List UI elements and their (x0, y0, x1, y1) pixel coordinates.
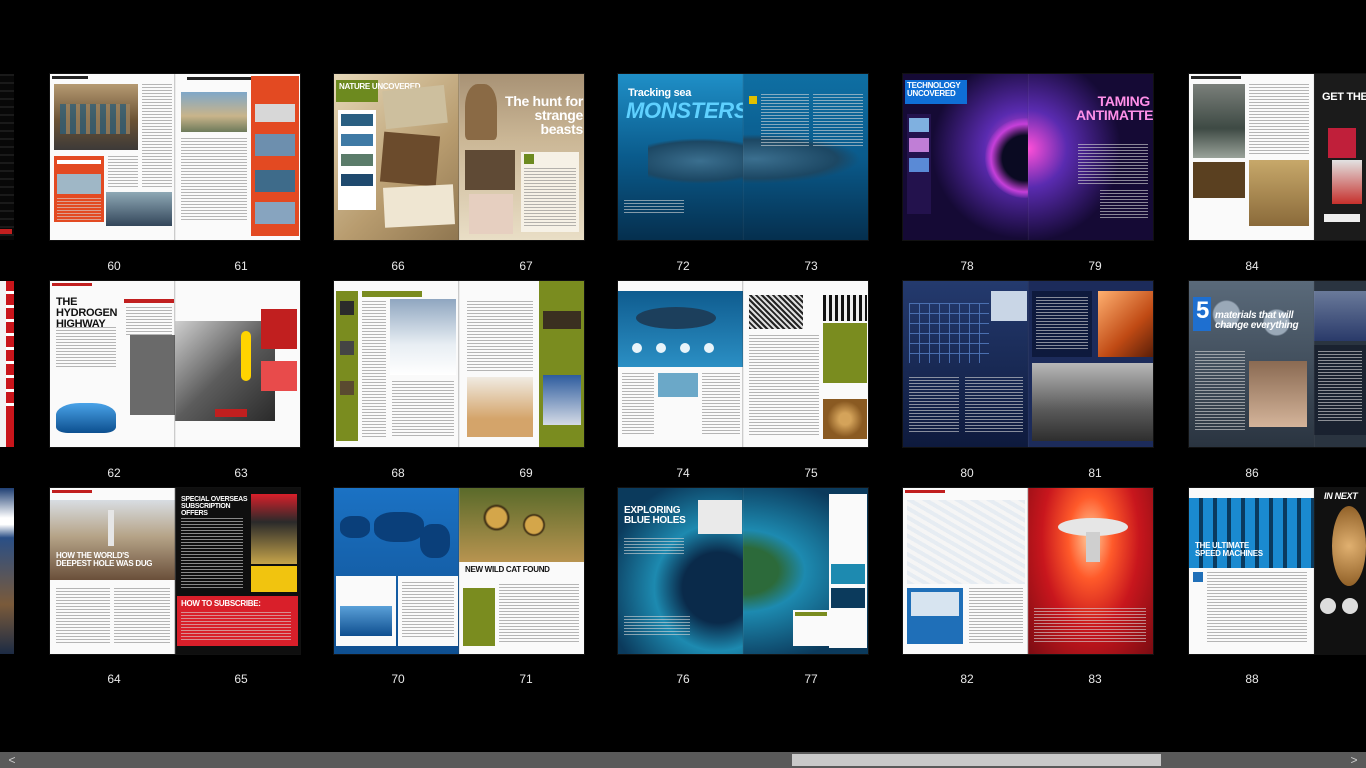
spread-thumbnail[interactable]: EXPLORING BLUE HOLES (618, 488, 868, 654)
page-number: 68 (391, 466, 405, 480)
page-number: 65 (234, 672, 248, 686)
spread-headline: HOW THE WORLD'S DEEPEST HOLE WAS DUG (56, 551, 153, 568)
page-thumbnail-right (743, 74, 868, 240)
page-number: 83 (1088, 672, 1102, 686)
page-number: 64 (107, 672, 121, 686)
page-thumbnail-left: HOW THE WORLD'S DEEPEST HOLE WAS DUG (50, 488, 175, 654)
page-number: 66 (391, 259, 405, 273)
page-thumbnail-left (334, 281, 459, 447)
page-thumbnail-left (50, 74, 175, 240)
spread-headline: NEW WILD CAT FOUND (465, 565, 550, 574)
page-thumbnail-right: NEW WILD CAT FOUND (459, 488, 584, 654)
next-issue-headline: IN NEXT (1324, 491, 1358, 501)
page-number: 69 (519, 466, 533, 480)
page-thumbnail-right: IN NEXT (1314, 488, 1366, 654)
page-thumbnail-left: THE HYDROGEN HIGHWAY (50, 281, 175, 447)
page-number: 84 (1245, 259, 1259, 273)
page-thumbnail-left (903, 281, 1028, 447)
page-thumbnail-left: Tracking sea MONSTERS (618, 74, 743, 240)
page-number: 81 (1088, 466, 1102, 480)
page-thumbnail-left (334, 488, 459, 654)
ad-headline: GET THE (1322, 91, 1366, 103)
page-thumbnail-right (1314, 281, 1366, 447)
subscribe-cta: HOW TO SUBSCRIBE: (181, 599, 261, 608)
spread-headline: THE HYDROGEN HIGHWAY (56, 296, 118, 330)
page-thumbnail-left (903, 488, 1028, 654)
spread-thumbnail[interactable]: GET THE (1189, 74, 1366, 240)
spread-thumbnail[interactable]: THE HYDROGEN HIGHWAY (50, 281, 300, 447)
spread-thumbnail[interactable]: NATURE UNCOVERED The hunt for strange be… (334, 74, 584, 240)
scroll-right-arrow-icon[interactable]: > (1342, 752, 1366, 768)
spread-headline: materials that will change everything (1215, 310, 1299, 331)
page-thumbnail-right (175, 281, 300, 447)
subscription-headline: SPECIAL OVERSEAS SUBSCRIPTION OFFERS (181, 496, 248, 517)
page-thumbnail-right (459, 281, 584, 447)
page-thumbnail-right (175, 74, 300, 240)
page-number: 63 (234, 466, 248, 480)
page-number: 82 (960, 672, 974, 686)
spread-headline: EXPLORING BLUE HOLES (624, 505, 686, 526)
spread-thumbnail[interactable]: HOW THE WORLD'S DEEPEST HOLE WAS DUG SPE… (50, 488, 300, 654)
page-thumbnail-right: SPECIAL OVERSEAS SUBSCRIPTION OFFERS HOW… (175, 488, 300, 654)
page-thumbnail-right: The hunt for strange beasts (459, 74, 584, 240)
page-number: 60 (107, 259, 121, 273)
big-number: 5 (1196, 297, 1210, 324)
page-thumbnail-right (743, 488, 868, 654)
previous-spread-clipped[interactable] (0, 488, 14, 654)
page-thumbnail-right (1028, 488, 1153, 654)
page-thumbnail-left: EXPLORING BLUE HOLES (618, 488, 743, 654)
page-thumbnail-right (743, 281, 868, 447)
scrollbar-thumb[interactable] (792, 754, 1161, 766)
page-thumbnail-left: NATURE UNCOVERED (334, 74, 459, 240)
page-number: 71 (519, 672, 533, 686)
page-number: 86 (1245, 466, 1259, 480)
page-thumbnail-right: TAMING ANTIMATTER (1028, 74, 1153, 240)
page-thumbnail-left: TECHNOLOGY UNCOVERED (903, 74, 1028, 240)
page-number: 73 (804, 259, 818, 273)
page-thumbnail-left: THE ULTIMATE SPEED MACHINES (1189, 488, 1314, 654)
page-thumbnail-right (1028, 281, 1153, 447)
page-number: 70 (391, 672, 405, 686)
spread-thumbnail[interactable] (50, 74, 300, 240)
page-thumbnail-left (1189, 74, 1314, 240)
scroll-left-arrow-icon[interactable]: < (0, 752, 24, 768)
page-thumbnail-left (618, 281, 743, 447)
thumbnail-grid: NATURE UNCOVERED The hunt for strange be… (0, 0, 1366, 768)
page-number: 77 (804, 672, 818, 686)
spread-thumbnail[interactable] (618, 281, 868, 447)
section-title: TECHNOLOGY UNCOVERED (907, 81, 961, 98)
spread-thumbnail[interactable] (903, 488, 1153, 654)
previous-spread-clipped[interactable] (0, 281, 14, 447)
page-number: 76 (676, 672, 690, 686)
page-number: 61 (234, 259, 248, 273)
horizontal-scrollbar[interactable]: < > (0, 752, 1366, 768)
page-number: 75 (804, 466, 818, 480)
spread-thumbnail[interactable] (334, 281, 584, 447)
spread-headline: TAMING ANTIMATTER (1076, 93, 1153, 123)
spread-thumbnail[interactable]: TECHNOLOGY UNCOVERED TAMING ANTIMATTER (903, 74, 1153, 240)
spread-headline: THE ULTIMATE SPEED MACHINES (1195, 541, 1263, 558)
spread-thumbnail[interactable]: 5 materials that will change everything (1189, 281, 1366, 447)
page-number: 78 (960, 259, 974, 273)
page-thumbnail-right: GET THE (1314, 74, 1366, 240)
page-number: 80 (960, 466, 974, 480)
page-number: 79 (1088, 259, 1102, 273)
previous-spread-clipped[interactable] (0, 74, 14, 240)
page-number: 62 (107, 466, 121, 480)
spread-thumbnail[interactable]: Tracking sea MONSTERS (618, 74, 868, 240)
spread-headline: The hunt for strange beasts (504, 93, 583, 137)
spread-thumbnail[interactable]: THE ULTIMATE SPEED MACHINES IN NEXT (1189, 488, 1366, 654)
spread-thumbnail[interactable]: NEW WILD CAT FOUND (334, 488, 584, 654)
spread-thumbnail[interactable] (903, 281, 1153, 447)
page-thumbnail-left: 5 materials that will change everything (1189, 281, 1314, 447)
page-number: 67 (519, 259, 533, 273)
page-number: 72 (676, 259, 690, 273)
page-number: 88 (1245, 672, 1259, 686)
page-number: 74 (676, 466, 690, 480)
spread-headline: MONSTERS (626, 98, 743, 123)
